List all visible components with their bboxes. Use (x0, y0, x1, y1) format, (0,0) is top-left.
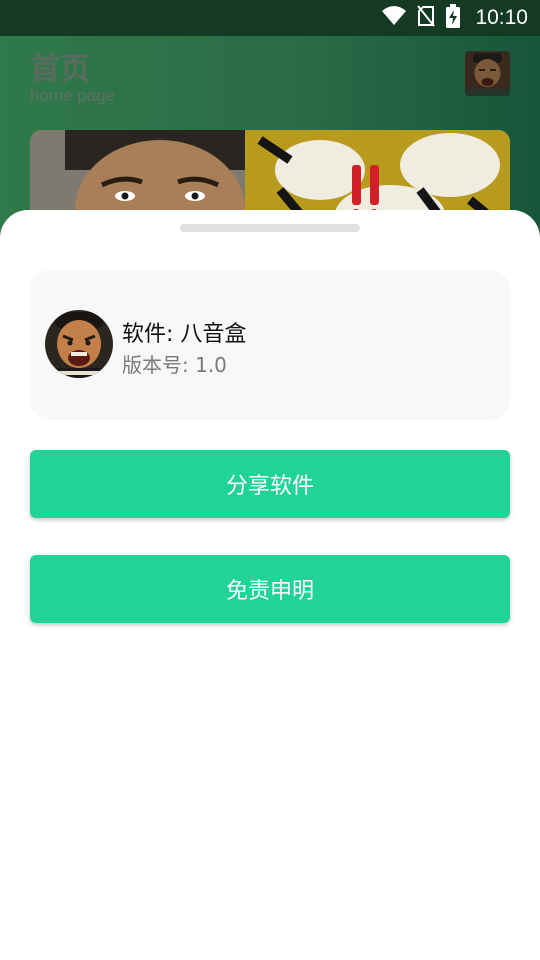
battery-charging-icon (445, 4, 461, 32)
wifi-icon (381, 5, 407, 31)
app-name: 软件: 八音盒 (122, 322, 247, 347)
page-subtitle: home page (30, 86, 116, 105)
drag-handle[interactable] (180, 224, 360, 232)
status-icons: 10:10 (381, 0, 528, 36)
app-avatar (45, 310, 113, 378)
screen: 10:10 首页 home page 软件: 八音盒 版本号: 1.0 分享软件… (0, 0, 540, 960)
page-title: 首页 (30, 52, 90, 87)
app-version: 版本号: 1.0 (122, 353, 227, 377)
share-app-button[interactable]: 分享软件 (30, 450, 510, 518)
profile-avatar[interactable] (465, 51, 510, 96)
disclaimer-button[interactable]: 免责申明 (30, 555, 510, 623)
status-bar: 10:10 (0, 0, 540, 36)
app-info-card: 软件: 八音盒 版本号: 1.0 (30, 270, 510, 420)
bottom-sheet: 软件: 八音盒 版本号: 1.0 分享软件 免责申明 (0, 210, 540, 960)
status-time: 10:10 (475, 6, 528, 29)
no-sim-icon (417, 5, 436, 31)
